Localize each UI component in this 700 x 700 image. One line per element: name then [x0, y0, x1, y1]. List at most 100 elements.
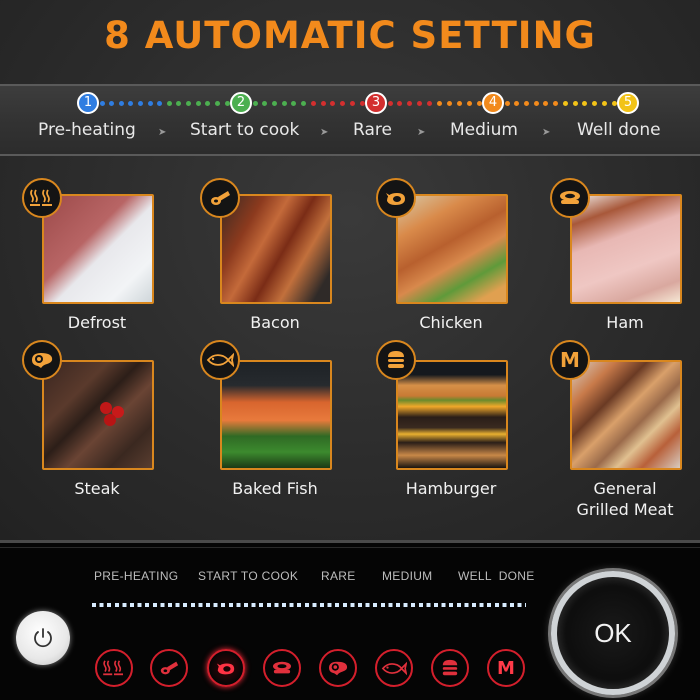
progress-dot	[514, 101, 520, 106]
food-label: General Grilled Meat	[550, 478, 700, 520]
panel-label-rare: RARE	[321, 569, 356, 583]
step-circle-4: 4	[482, 92, 504, 114]
defrost-icon	[22, 178, 62, 218]
ham-icon	[550, 178, 590, 218]
progress-dot	[205, 101, 211, 106]
mode-button-steak[interactable]	[319, 649, 357, 687]
progress-dot	[310, 101, 316, 106]
led-progress-indicator	[92, 603, 526, 607]
progress-dot	[523, 101, 529, 106]
progress-dot	[407, 101, 413, 106]
progress-dot	[601, 101, 607, 106]
power-button[interactable]	[16, 611, 70, 665]
food-label: Ham	[606, 313, 644, 332]
mode-button-chicken[interactable]	[207, 649, 245, 687]
progress-dot	[387, 101, 393, 106]
mode-button-hamburger[interactable]	[431, 649, 469, 687]
arrow-icon: ➤	[320, 127, 329, 138]
steak-photo	[42, 360, 154, 470]
control-panel: PRE-HEATING START TO COOK RARE MEDIUM WE…	[0, 540, 700, 700]
page-title: 8 AUTOMATIC SETTING	[104, 14, 596, 57]
panel-label-preheating: PRE-HEATING	[94, 569, 179, 583]
progress-dot	[281, 101, 287, 106]
chicken-photo	[396, 194, 508, 304]
progress-dot	[166, 101, 172, 106]
step-circle-1: 1	[77, 92, 99, 114]
progress-dot	[476, 101, 482, 106]
product-banner: 8 AUTOMATIC SETTING 1 2 3 4 5 Pre-heatin…	[0, 0, 700, 540]
food-label: Baked Fish	[232, 479, 318, 498]
progress-dot	[349, 101, 355, 106]
steak-icon	[329, 661, 348, 676]
progress-dot	[147, 101, 153, 106]
progress-dot	[533, 101, 539, 106]
progress-dot	[436, 101, 442, 106]
progress-dot	[214, 101, 220, 106]
progress-dot	[417, 101, 423, 106]
ham-icon	[273, 661, 291, 674]
step-circle-2: 2	[230, 92, 252, 114]
panel-label-start-to-cook: START TO COOK	[198, 569, 299, 583]
panel-label-well-done: WELL DONE	[458, 569, 535, 583]
bacon-photo	[220, 194, 332, 304]
hamburger-icon	[376, 340, 416, 380]
progress-dot	[543, 101, 549, 106]
step-label-rare: Rare	[353, 120, 392, 140]
arrow-icon: ➤	[417, 127, 426, 138]
step-number: 4	[488, 95, 498, 110]
cooking-steps-bar: 1 2 3 4 5 Pre-heating ➤ Start to cook ➤ …	[0, 84, 700, 156]
progress-dot	[195, 101, 201, 106]
progress-dot	[118, 101, 124, 106]
progress-dot	[224, 101, 230, 106]
progress-dot	[291, 101, 297, 106]
fish-icon	[381, 661, 407, 675]
progress-dot	[128, 101, 134, 106]
progress-dot	[611, 101, 617, 106]
m-glyph: M	[560, 348, 580, 372]
progress-dot	[176, 101, 182, 106]
progress-dot	[271, 101, 277, 106]
grilled-meat-icon: M	[550, 340, 590, 380]
steak-icon	[22, 340, 62, 380]
mode-button-fish[interactable]	[375, 649, 413, 687]
ok-button[interactable]: OK	[551, 571, 675, 695]
mode-button-grilled-meat[interactable]: M	[487, 649, 525, 687]
step-label-well-done: Well done	[577, 120, 661, 140]
progress-dot	[157, 101, 163, 106]
progress-dot	[427, 101, 433, 106]
step-number: 3	[371, 95, 381, 110]
step-number: 5	[623, 95, 633, 110]
mode-button-ham[interactable]	[263, 649, 301, 687]
progress-dot	[592, 101, 598, 106]
food-label: Bacon	[250, 313, 300, 332]
progress-dot	[252, 101, 258, 106]
baked-fish-photo	[220, 360, 332, 470]
hamburger-icon	[442, 659, 458, 676]
progress-dot	[359, 101, 365, 106]
progress-dot	[562, 101, 568, 106]
food-label: Defrost	[67, 313, 127, 332]
mode-button-bacon[interactable]	[150, 649, 188, 687]
progress-dot	[572, 101, 578, 106]
panel-label-medium: MEDIUM	[382, 569, 433, 583]
progress-dot	[397, 101, 403, 106]
progress-dot	[340, 101, 346, 106]
grilled-meat-photo	[570, 360, 682, 470]
progress-dot	[504, 101, 510, 106]
mode-button-defrost[interactable]	[95, 649, 133, 687]
progress-dot	[137, 101, 143, 106]
defrost-photo	[42, 194, 154, 304]
step-circle-5: 5	[617, 92, 639, 114]
step-circle-3: 3	[365, 92, 387, 114]
step-label-preheating: Pre-heating	[38, 120, 136, 140]
bacon-icon	[200, 178, 240, 218]
arrow-icon: ➤	[542, 127, 551, 138]
progress-dot	[466, 101, 472, 106]
food-label-line2: Grilled Meat	[576, 500, 674, 519]
hamburger-photo	[396, 360, 508, 470]
fish-icon	[200, 340, 240, 380]
arrow-icon: ➤	[158, 127, 167, 138]
step-number: 2	[236, 95, 246, 110]
m-glyph-icon: M	[497, 657, 515, 679]
progress-dot	[553, 101, 559, 106]
